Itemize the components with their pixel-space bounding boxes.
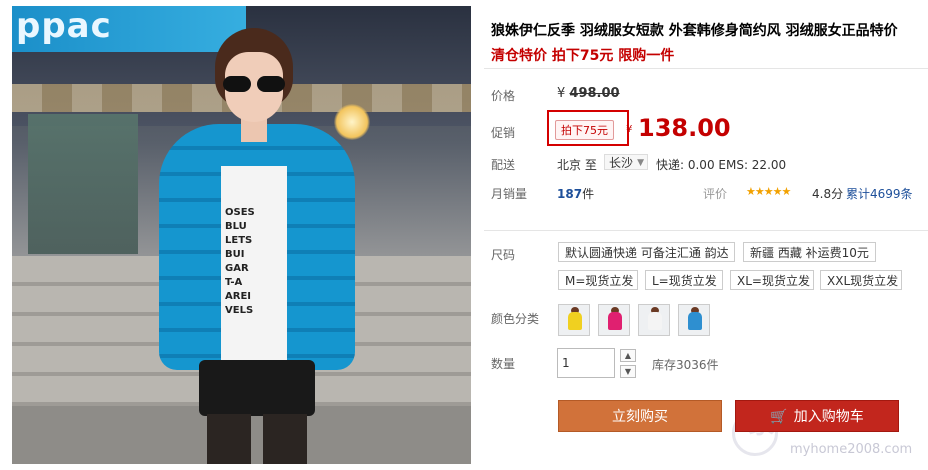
shirt-print: OSES BLU LETS BUI GAR T-A AREI VELS xyxy=(225,206,285,318)
quantity-label: 数量 xyxy=(491,357,516,371)
product-title: 狼姝伊仁反季 羽绒服女短款 外套韩修身简约风 羽绒服女正品特价 xyxy=(491,23,898,39)
shirt-print-line: VELS xyxy=(225,305,254,316)
product-subtitle: 清仓特价 拍下75元 限购一件 xyxy=(491,48,675,64)
add-to-cart-label: 加入购物车 xyxy=(793,409,864,425)
color-swatch-pink[interactable] xyxy=(598,304,630,336)
sunglasses xyxy=(223,76,287,92)
monthly-sales: 187件 xyxy=(557,185,594,202)
model-figure: OSES BLU LETS BUI GAR T-A AREI VELS xyxy=(137,16,377,464)
shirt-print-line: AREI xyxy=(225,291,251,302)
legs xyxy=(207,414,307,464)
shipping-label: 配送 xyxy=(491,158,516,172)
color-swatch-white[interactable] xyxy=(638,304,670,336)
ship-from: 北京 至 xyxy=(557,158,597,172)
storefront xyxy=(28,114,138,254)
promo-tag: 拍下75元 xyxy=(555,120,614,140)
black-shorts xyxy=(199,360,315,416)
monthly-sales-count: 187 xyxy=(557,187,583,201)
size-option[interactable]: XL=现货立发 xyxy=(730,270,814,290)
color-swatch-blue[interactable] xyxy=(678,304,710,336)
size-option[interactable]: L=现货立发 xyxy=(645,270,723,290)
promo-price: 138.00 xyxy=(638,114,731,142)
shirt-print-line: BLU xyxy=(225,221,247,232)
shirt-print-line: LETS xyxy=(225,235,253,246)
original-price-value: 498.00 xyxy=(569,86,620,101)
rating-label: 评价 xyxy=(703,187,728,201)
original-price: ¥ 498.00 xyxy=(557,86,620,101)
shirt-print-line: T-A xyxy=(225,277,243,288)
price-label: 价格 xyxy=(491,89,516,103)
promo-label: 促销 xyxy=(491,126,516,140)
divider xyxy=(484,230,928,231)
monthly-sales-unit: 件 xyxy=(582,187,595,201)
star-rating-icon: ★★★★★ xyxy=(746,185,791,198)
chevron-down-icon: ▼ xyxy=(637,158,644,168)
shirt-print-line: BUI xyxy=(225,249,245,260)
shirt-print-line: GAR xyxy=(225,263,249,274)
divider xyxy=(484,68,928,69)
product-photo: ppac OSES BLU LETS BUI GAR T-A AREI VELS xyxy=(12,6,471,464)
shipping-fee: 快递: 0.00 EMS: 22.00 xyxy=(656,158,787,172)
size-option[interactable]: XXL现货立发 xyxy=(820,270,902,290)
add-to-cart-button[interactable]: 🛒 加入购物车 xyxy=(735,400,899,432)
size-option[interactable]: 默认圆通快递 可备注汇通 韵达 xyxy=(558,242,735,262)
watermark-url: myhome2008.com xyxy=(790,442,913,457)
quantity-up-button[interactable]: ▲ xyxy=(620,349,636,362)
promo-currency-symbol: ¥ xyxy=(626,124,633,135)
shirt-print-line: OSES xyxy=(225,207,255,218)
review-count-link[interactable]: 累计4699条 xyxy=(846,185,913,202)
quantity-input[interactable] xyxy=(557,348,615,378)
destination-value: 长沙 xyxy=(609,156,634,170)
cart-icon: 🛒 xyxy=(770,409,788,425)
size-option[interactable]: M=现货立发 xyxy=(558,270,638,290)
size-label: 尺码 xyxy=(491,248,516,262)
color-label: 颜色分类 xyxy=(491,312,540,326)
stock-count: 库存3036件 xyxy=(652,358,719,372)
buy-now-button[interactable]: 立刻购买 xyxy=(558,400,722,432)
monthly-sales-label: 月销量 xyxy=(491,187,528,201)
color-swatch-yellow[interactable] xyxy=(558,304,590,336)
destination-select[interactable]: 长沙 ▼ xyxy=(604,154,648,170)
rating-score: 4.8分 xyxy=(812,187,844,201)
size-option[interactable]: 新疆 西藏 补运费10元 xyxy=(743,242,876,262)
currency-symbol: ¥ xyxy=(557,86,566,101)
quantity-down-button[interactable]: ▼ xyxy=(620,365,636,378)
